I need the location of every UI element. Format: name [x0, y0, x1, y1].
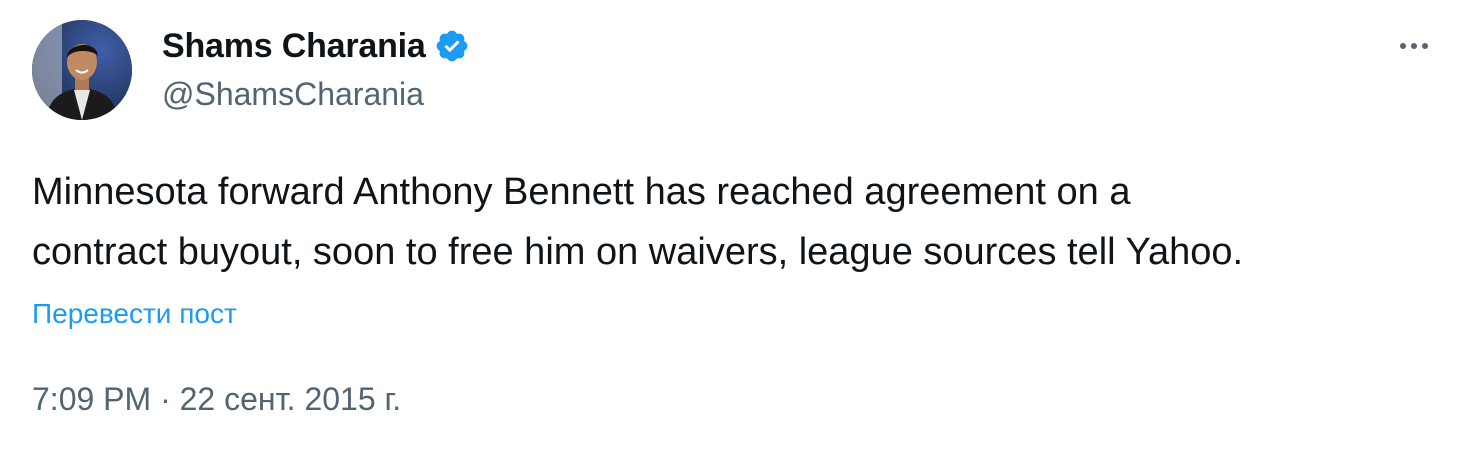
tweet-date[interactable]: 22 сент. 2015 г.	[180, 381, 402, 417]
more-options-button[interactable]	[1386, 24, 1442, 68]
more-options-dot	[1422, 43, 1428, 49]
profile-photo-icon	[32, 20, 132, 120]
more-options-dot	[1411, 43, 1417, 49]
more-options-icon	[1400, 43, 1406, 49]
author-handle[interactable]: @ShamsCharania	[162, 74, 424, 114]
translate-post-link[interactable]: Перевести пост	[32, 296, 237, 332]
tweet-time[interactable]: 7:09 PM	[32, 381, 151, 417]
verified-badge-icon[interactable]	[434, 28, 470, 64]
timestamp-separator: ·	[160, 381, 171, 417]
author-display-name[interactable]: Shams Charania	[162, 24, 426, 68]
author-avatar[interactable]	[32, 20, 132, 120]
tweet-text: Minnesota forward Anthony Bennett has re…	[32, 171, 1244, 273]
author-name-row: Shams Charania	[162, 24, 470, 68]
tweet-timestamp[interactable]: 7:09 PM · 22 сент. 2015 г.	[32, 378, 401, 420]
tweet-card: Shams Charania @ShamsCharania Minnesota …	[0, 0, 1460, 451]
